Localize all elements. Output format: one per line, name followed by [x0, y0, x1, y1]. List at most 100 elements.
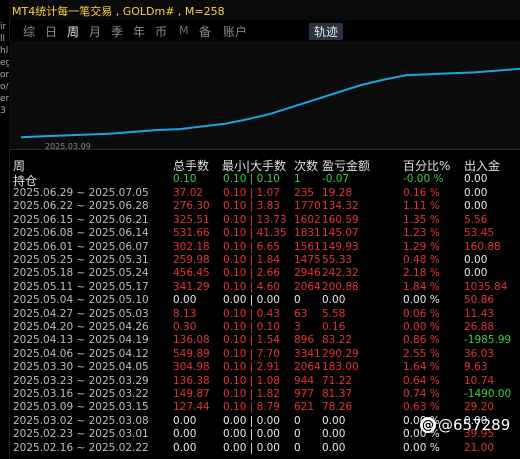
io-cell: -1490.00 — [464, 388, 512, 400]
count-cell: 0 — [294, 294, 301, 307]
table-row[interactable]: 2025.06.22 ~ 2025.06.28 276.30 0.10 | 3.83… — [0, 200, 520, 213]
pl-cell: 134.32 — [322, 200, 359, 213]
week-cell: 2025.06.15 ~ 2025.06.21 — [13, 213, 149, 226]
tab-1[interactable]: 日 — [45, 23, 57, 40]
watermark-text: @657289 — [438, 416, 511, 434]
week-cell: 2025.04.27 ~ 2025.05.03 — [13, 307, 149, 320]
io-cell: 160.88 — [464, 240, 501, 253]
lots-cell: 302.18 — [173, 240, 210, 253]
table-row[interactable]: 2025.02.16 ~ 2025.02.22 0.00 0.00 | 0.00 0 0… — [0, 442, 520, 455]
io-cell: 36.03 — [464, 347, 495, 360]
range-cell: 0.00 | 0.00 — [223, 294, 280, 307]
pct-cell: 1.84 % — [403, 280, 440, 293]
pct-cell: 0.06 % — [403, 307, 440, 320]
count-cell: 0 — [294, 441, 301, 454]
io-cell: 1035.84 — [464, 280, 508, 293]
lots-cell: 149.87 — [173, 388, 210, 400]
count-cell: 3341 — [294, 347, 321, 360]
count-cell: 1831 — [294, 227, 321, 240]
io-cell: 11.43 — [464, 307, 495, 320]
range-cell: 0.10 | 1.84 — [223, 254, 280, 266]
table-row[interactable]: 2025.06.29 ~ 2025.07.05 37.02 0.10 | 1.07 2… — [0, 187, 520, 200]
count-cell: 2064 — [294, 280, 321, 293]
io-cell: 0.00 — [464, 187, 488, 199]
tab-10[interactable]: 轨迹 — [309, 23, 344, 40]
tab-9[interactable]: 账户 — [223, 23, 247, 40]
pct-cell: 0.48 % — [403, 254, 440, 266]
tab-2[interactable]: 周 — [67, 23, 79, 40]
week-cell: 2025.03.30 ~ 2025.04.05 — [13, 361, 149, 374]
count-cell: 896 — [294, 334, 315, 347]
pl-cell: 0.16 — [322, 321, 346, 333]
pct-cell: 1.64 % — [403, 361, 440, 374]
lots-cell: 325.51 — [173, 213, 210, 226]
equity-line — [20, 67, 520, 139]
table-row[interactable]: 2025.03.23 ~ 2025.03.29 136.38 0.10 | 1.08… — [0, 375, 520, 388]
lots-cell: 0.00 — [173, 428, 197, 441]
week-cell: 2025.04.06 ~ 2025.04.12 — [13, 347, 149, 360]
pct-cell: 0.74 % — [403, 388, 440, 400]
io-cell: 26.88 — [464, 321, 495, 333]
pl-cell: 183.00 — [322, 361, 359, 374]
table-row[interactable]: 2025.04.27 ~ 2025.05.03 8.13 0.10 | 0.43 63… — [0, 308, 520, 321]
lots-cell: 456.45 — [173, 267, 210, 280]
tab-5[interactable]: 年 — [133, 23, 145, 40]
tab-7[interactable]: M — [179, 24, 189, 37]
pl-cell: 78.26 — [322, 401, 353, 414]
position-row[interactable]: 持仓 0.10 0.10 | 0.10 1 -0.07 -0.00 % 0.00 — [0, 172, 520, 188]
pl-cell: 81.37 — [322, 388, 353, 400]
pl-cell: 83.22 — [322, 334, 353, 347]
tab-3[interactable]: 月 — [89, 23, 101, 40]
range-cell: 0.10 | 8.79 — [223, 401, 280, 414]
table-row[interactable]: 2025.04.06 ~ 2025.04.12 549.89 0.10 | 7.70… — [0, 348, 520, 361]
range-cell: 0.10 | 41.35 — [223, 227, 287, 240]
tab-0[interactable]: 综 — [23, 23, 35, 40]
tab-6[interactable]: 币 — [155, 23, 167, 40]
lots-cell: 136.08 — [173, 334, 210, 347]
tab-4[interactable]: 季 — [111, 23, 123, 40]
io-cell: 10.74 — [464, 374, 495, 387]
table-row[interactable]: 2025.06.08 ~ 2025.06.14 531.66 0.10 | 41.3… — [0, 227, 520, 240]
range-cell: 0.10 | 13.73 — [223, 213, 287, 226]
pct-cell: 1.23 % — [403, 227, 440, 240]
table-row[interactable]: 2025.05.04 ~ 2025.05.10 0.00 0.00 | 0.00 0 0… — [0, 294, 520, 307]
table-row[interactable]: 2025.05.11 ~ 2025.05.17 341.29 0.10 | 4.60… — [0, 281, 520, 294]
range-cell: 0.10 | 1.08 — [223, 374, 280, 387]
pct-cell: 1.35 % — [403, 213, 440, 226]
table-row[interactable]: 2025.05.25 ~ 2025.05.31 259.98 0.10 | 1.84… — [0, 254, 520, 267]
table-row[interactable]: 2025.03.16 ~ 2025.03.22 149.87 0.10 | 1.82… — [0, 388, 520, 401]
table-row[interactable]: 2025.03.09 ~ 2025.03.15 127.44 0.10 | 8.79… — [0, 401, 520, 414]
left-strip-fragment: hl — [0, 46, 9, 56]
week-cell: 2025.02.23 ~ 2025.03.01 — [13, 428, 149, 441]
io-cell: 50.86 — [464, 294, 495, 307]
pct-cell: 0.86 % — [403, 334, 440, 347]
io-cell: 0.00 — [464, 267, 488, 280]
week-cell: 2025.05.18 ~ 2025.05.24 — [13, 267, 149, 280]
tab-8[interactable]: 备 — [199, 23, 211, 40]
io-cell: 53.45 — [464, 227, 495, 240]
left-strip-fragment: o/ — [0, 82, 9, 92]
week-cell: 2025.03.09 ~ 2025.03.15 — [13, 401, 149, 414]
chart-start-date: 2025.03.09 — [45, 142, 91, 151]
table-row[interactable]: 2025.06.01 ~ 2025.06.07 302.18 0.10 | 6.65… — [0, 241, 520, 254]
table-row[interactable]: 2025.04.20 ~ 2025.04.26 0.30 0.10 | 0.10 3 0… — [0, 321, 520, 334]
count-cell: 235 — [294, 187, 315, 199]
week-cell: 2025.04.13 ~ 2025.04.19 — [13, 334, 149, 347]
io-cell: 9.63 — [464, 361, 488, 374]
week-cell: 2025.02.16 ~ 2025.02.22 — [13, 441, 149, 454]
count-cell: 0 — [294, 428, 301, 441]
week-cell: 2025.06.22 ~ 2025.06.28 — [13, 200, 149, 213]
count-cell: 621 — [294, 401, 315, 414]
lots-cell: 259.98 — [173, 254, 210, 266]
count-cell: 2064 — [294, 361, 321, 374]
table-row[interactable]: 2025.05.18 ~ 2025.05.24 456.45 0.10 | 2.66… — [0, 267, 520, 280]
table-row[interactable]: 2025.06.15 ~ 2025.06.21 325.51 0.10 | 13.7… — [0, 214, 520, 227]
table-row[interactable]: 2025.04.13 ~ 2025.04.19 136.08 0.10 | 1.54… — [0, 334, 520, 347]
lots-cell: 0.30 — [173, 321, 197, 333]
count-cell: 977 — [294, 388, 315, 400]
range-cell: 0.10 | 6.65 — [223, 240, 280, 253]
lots-cell: 531.66 — [173, 227, 210, 240]
pct-cell: 2.55 % — [403, 347, 440, 360]
table-row[interactable]: 2025.03.30 ~ 2025.04.05 304.98 0.10 | 2.91… — [0, 361, 520, 374]
window-title: MT4统计每一笔交易 , GOLDm# , M=258 — [12, 5, 225, 18]
